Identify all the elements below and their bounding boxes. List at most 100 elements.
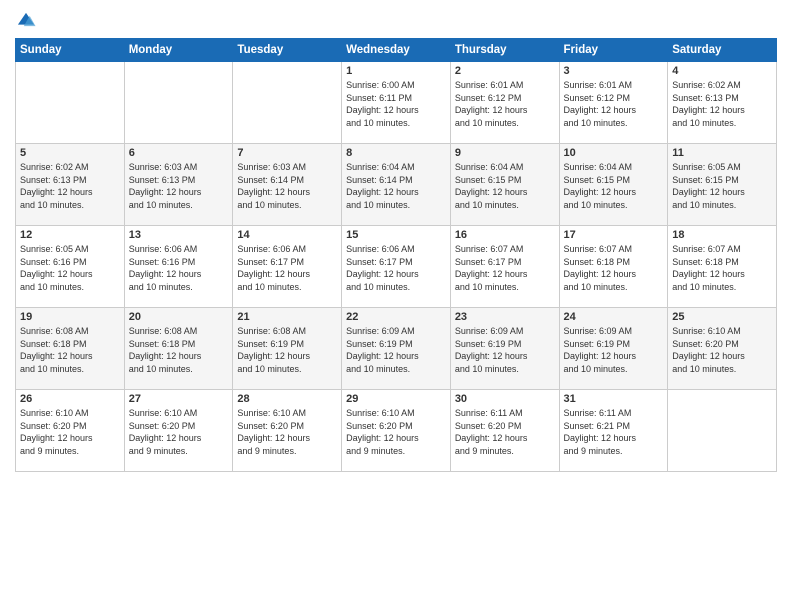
- empty-cell: [233, 62, 342, 144]
- day-info: Sunrise: 6:03 AMSunset: 6:13 PMDaylight:…: [129, 161, 229, 211]
- day-info: Sunrise: 6:06 AMSunset: 6:17 PMDaylight:…: [346, 243, 446, 293]
- day-cell-24: 24 Sunrise: 6:09 AMSunset: 6:19 PMDayligh…: [559, 308, 668, 390]
- day-info: Sunrise: 6:09 AMSunset: 6:19 PMDaylight:…: [564, 325, 664, 375]
- weekday-header-thursday: Thursday: [450, 39, 559, 62]
- day-number: 31: [564, 393, 664, 405]
- day-number: 8: [346, 147, 446, 159]
- day-info: Sunrise: 6:02 AMSunset: 6:13 PMDaylight:…: [20, 161, 120, 211]
- day-info: Sunrise: 6:03 AMSunset: 6:14 PMDaylight:…: [237, 161, 337, 211]
- day-cell-8: 8 Sunrise: 6:04 AMSunset: 6:14 PMDaylight…: [342, 144, 451, 226]
- day-info: Sunrise: 6:01 AMSunset: 6:12 PMDaylight:…: [564, 79, 664, 129]
- day-info: Sunrise: 6:10 AMSunset: 6:20 PMDaylight:…: [129, 407, 229, 457]
- day-info: Sunrise: 6:07 AMSunset: 6:18 PMDaylight:…: [564, 243, 664, 293]
- page: SundayMondayTuesdayWednesdayThursdayFrid…: [0, 0, 792, 612]
- week-row-5: 26 Sunrise: 6:10 AMSunset: 6:20 PMDayligh…: [16, 390, 777, 472]
- weekday-header-saturday: Saturday: [668, 39, 777, 62]
- day-info: Sunrise: 6:02 AMSunset: 6:13 PMDaylight:…: [672, 79, 772, 129]
- day-number: 26: [20, 393, 120, 405]
- weekday-header-friday: Friday: [559, 39, 668, 62]
- day-number: 5: [20, 147, 120, 159]
- day-info: Sunrise: 6:06 AMSunset: 6:16 PMDaylight:…: [129, 243, 229, 293]
- day-info: Sunrise: 6:07 AMSunset: 6:17 PMDaylight:…: [455, 243, 555, 293]
- day-info: Sunrise: 6:05 AMSunset: 6:15 PMDaylight:…: [672, 161, 772, 211]
- day-info: Sunrise: 6:11 AMSunset: 6:20 PMDaylight:…: [455, 407, 555, 457]
- day-info: Sunrise: 6:10 AMSunset: 6:20 PMDaylight:…: [672, 325, 772, 375]
- day-cell-20: 20 Sunrise: 6:08 AMSunset: 6:18 PMDayligh…: [124, 308, 233, 390]
- day-number: 14: [237, 229, 337, 241]
- day-info: Sunrise: 6:10 AMSunset: 6:20 PMDaylight:…: [237, 407, 337, 457]
- day-info: Sunrise: 6:11 AMSunset: 6:21 PMDaylight:…: [564, 407, 664, 457]
- day-info: Sunrise: 6:04 AMSunset: 6:15 PMDaylight:…: [455, 161, 555, 211]
- day-cell-25: 25Sunrise: 6:10 AMSunset: 6:20 PMDayligh…: [668, 308, 777, 390]
- day-cell-2: 2 Sunrise: 6:01 AMSunset: 6:12 PMDaylight…: [450, 62, 559, 144]
- day-number: 10: [564, 147, 664, 159]
- day-cell-22: 22 Sunrise: 6:09 AMSunset: 6:19 PMDayligh…: [342, 308, 451, 390]
- day-number: 30: [455, 393, 555, 405]
- day-number: 22: [346, 311, 446, 323]
- day-number: 11: [672, 147, 772, 159]
- day-number: 1: [346, 65, 446, 77]
- day-info: Sunrise: 6:06 AMSunset: 6:17 PMDaylight:…: [237, 243, 337, 293]
- day-cell-30: 30 Sunrise: 6:11 AMSunset: 6:20 PMDayligh…: [450, 390, 559, 472]
- day-info: Sunrise: 6:01 AMSunset: 6:12 PMDaylight:…: [455, 79, 555, 129]
- logo: [15, 10, 41, 32]
- week-row-3: 12 Sunrise: 6:05 AMSunset: 6:16 PMDayligh…: [16, 226, 777, 308]
- day-number: 27: [129, 393, 229, 405]
- day-number: 18: [672, 229, 772, 241]
- day-cell-6: 6 Sunrise: 6:03 AMSunset: 6:13 PMDaylight…: [124, 144, 233, 226]
- day-cell-28: 28 Sunrise: 6:10 AMSunset: 6:20 PMDayligh…: [233, 390, 342, 472]
- day-number: 23: [455, 311, 555, 323]
- day-info: Sunrise: 6:07 AMSunset: 6:18 PMDaylight:…: [672, 243, 772, 293]
- day-cell-12: 12 Sunrise: 6:05 AMSunset: 6:16 PMDayligh…: [16, 226, 125, 308]
- empty-cell: [124, 62, 233, 144]
- day-cell-21: 21Sunrise: 6:08 AMSunset: 6:19 PMDayligh…: [233, 308, 342, 390]
- day-number: 6: [129, 147, 229, 159]
- day-info: Sunrise: 6:10 AMSunset: 6:20 PMDaylight:…: [346, 407, 446, 457]
- week-row-2: 5 Sunrise: 6:02 AMSunset: 6:13 PMDaylight…: [16, 144, 777, 226]
- day-number: 16: [455, 229, 555, 241]
- day-number: 4: [672, 65, 772, 77]
- day-info: Sunrise: 6:10 AMSunset: 6:20 PMDaylight:…: [20, 407, 120, 457]
- day-info: Sunrise: 6:04 AMSunset: 6:15 PMDaylight:…: [564, 161, 664, 211]
- day-cell-23: 23Sunrise: 6:09 AMSunset: 6:19 PMDayligh…: [450, 308, 559, 390]
- weekday-header-row: SundayMondayTuesdayWednesdayThursdayFrid…: [16, 39, 777, 62]
- day-info: Sunrise: 6:05 AMSunset: 6:16 PMDaylight:…: [20, 243, 120, 293]
- empty-cell: [16, 62, 125, 144]
- day-number: 28: [237, 393, 337, 405]
- day-cell-26: 26 Sunrise: 6:10 AMSunset: 6:20 PMDayligh…: [16, 390, 125, 472]
- day-cell-15: 15 Sunrise: 6:06 AMSunset: 6:17 PMDayligh…: [342, 226, 451, 308]
- week-row-1: 1 Sunrise: 6:00 AMSunset: 6:11 PMDaylight…: [16, 62, 777, 144]
- calendar: SundayMondayTuesdayWednesdayThursdayFrid…: [15, 38, 777, 472]
- day-cell-16: 16 Sunrise: 6:07 AMSunset: 6:17 PMDayligh…: [450, 226, 559, 308]
- day-info: Sunrise: 6:00 AMSunset: 6:11 PMDaylight:…: [346, 79, 446, 129]
- day-cell-19: 19 Sunrise: 6:08 AMSunset: 6:18 PMDayligh…: [16, 308, 125, 390]
- day-cell-7: 7Sunrise: 6:03 AMSunset: 6:14 PMDaylight…: [233, 144, 342, 226]
- day-cell-9: 9 Sunrise: 6:04 AMSunset: 6:15 PMDaylight…: [450, 144, 559, 226]
- day-number: 24: [564, 311, 664, 323]
- day-number: 15: [346, 229, 446, 241]
- day-info: Sunrise: 6:08 AMSunset: 6:18 PMDaylight:…: [129, 325, 229, 375]
- day-cell-13: 13 Sunrise: 6:06 AMSunset: 6:16 PMDayligh…: [124, 226, 233, 308]
- day-info: Sunrise: 6:08 AMSunset: 6:18 PMDaylight:…: [20, 325, 120, 375]
- day-number: 13: [129, 229, 229, 241]
- weekday-header-wednesday: Wednesday: [342, 39, 451, 62]
- day-cell-18: 18 Sunrise: 6:07 AMSunset: 6:18 PMDayligh…: [668, 226, 777, 308]
- weekday-header-monday: Monday: [124, 39, 233, 62]
- day-number: 3: [564, 65, 664, 77]
- day-number: 20: [129, 311, 229, 323]
- day-cell-10: 10 Sunrise: 6:04 AMSunset: 6:15 PMDayligh…: [559, 144, 668, 226]
- day-number: 12: [20, 229, 120, 241]
- day-cell-1: 1 Sunrise: 6:00 AMSunset: 6:11 PMDaylight…: [342, 62, 451, 144]
- day-cell-14: 14 Sunrise: 6:06 AMSunset: 6:17 PMDayligh…: [233, 226, 342, 308]
- day-number: 2: [455, 65, 555, 77]
- day-number: 19: [20, 311, 120, 323]
- day-cell-29: 29Sunrise: 6:10 AMSunset: 6:20 PMDayligh…: [342, 390, 451, 472]
- day-cell-17: 17Sunrise: 6:07 AMSunset: 6:18 PMDayligh…: [559, 226, 668, 308]
- weekday-header-sunday: Sunday: [16, 39, 125, 62]
- day-info: Sunrise: 6:09 AMSunset: 6:19 PMDaylight:…: [346, 325, 446, 375]
- day-number: 21: [237, 311, 337, 323]
- day-cell-31: 31 Sunrise: 6:11 AMSunset: 6:21 PMDayligh…: [559, 390, 668, 472]
- day-number: 9: [455, 147, 555, 159]
- logo-icon: [15, 10, 37, 32]
- day-info: Sunrise: 6:04 AMSunset: 6:14 PMDaylight:…: [346, 161, 446, 211]
